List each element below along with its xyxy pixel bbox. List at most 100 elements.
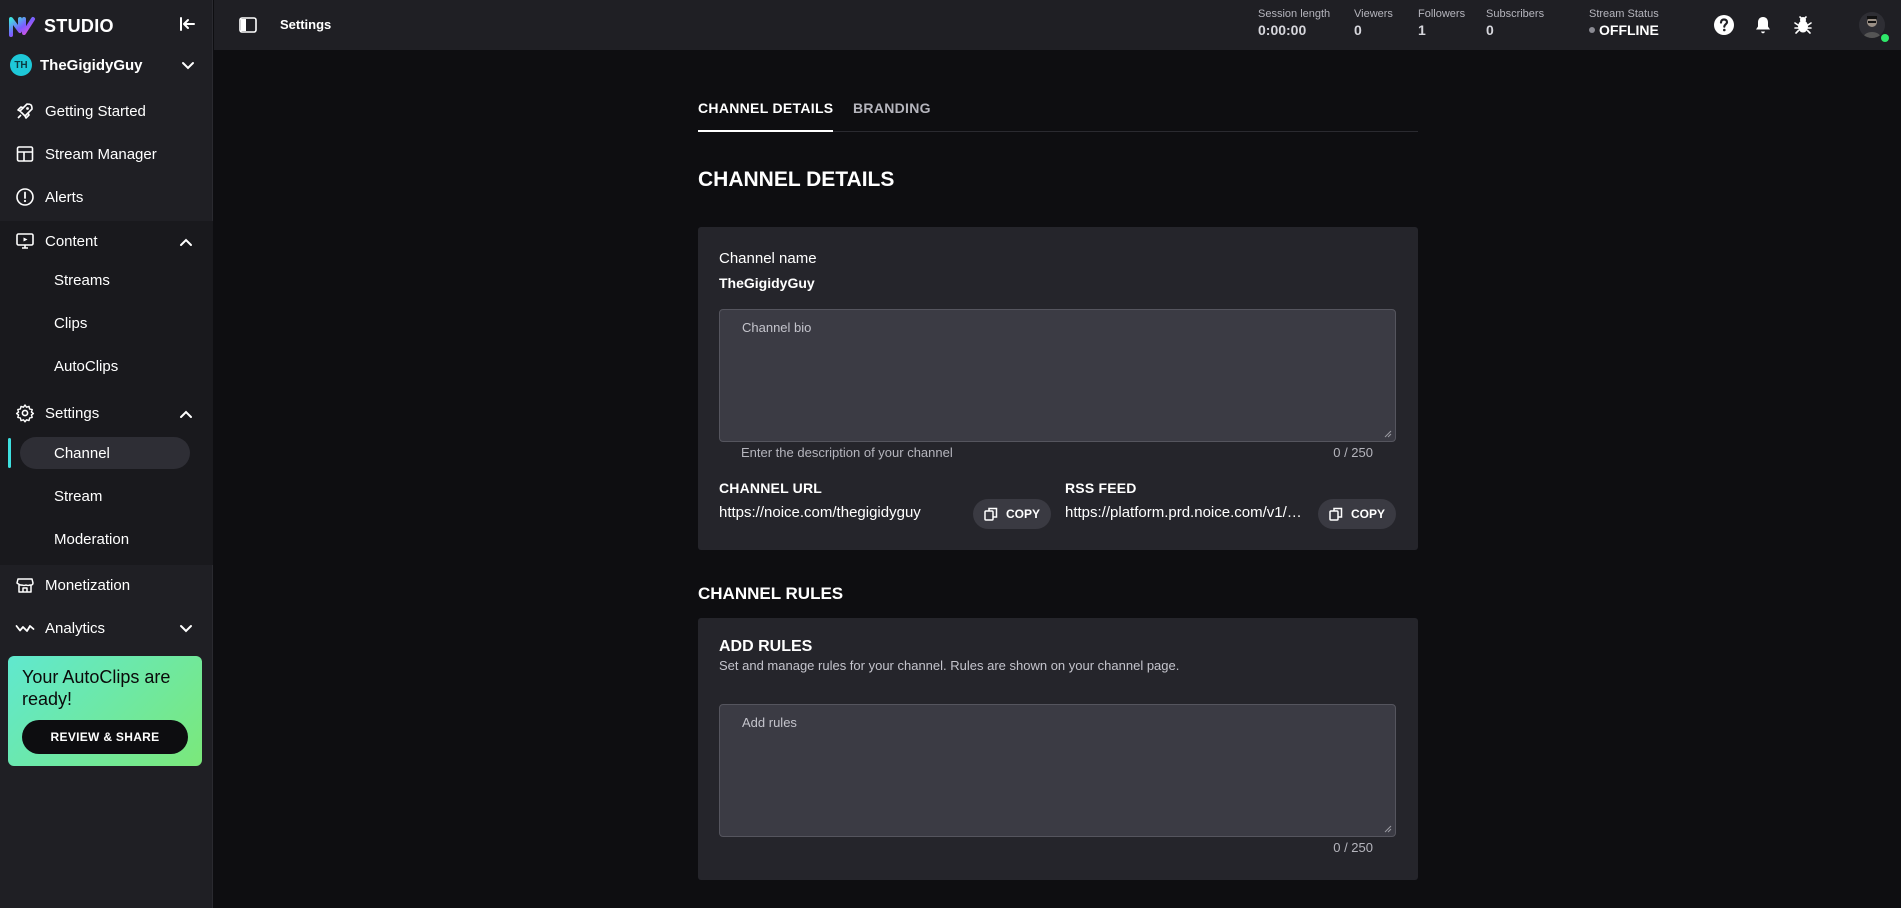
- chevron-down-icon: [182, 62, 194, 70]
- copy-label: COPY: [1005, 507, 1040, 521]
- offline-dot: [1589, 27, 1595, 33]
- bell-icon[interactable]: [1752, 14, 1774, 36]
- stat-value: 0: [1486, 22, 1494, 38]
- channel-url-value: https://noice.com/thegigidyguy: [719, 504, 921, 521]
- alert-circle-icon: [14, 186, 36, 208]
- channel-bio-helper: Enter the description of your channel: [741, 445, 953, 460]
- analytics-wave-icon: [14, 617, 36, 639]
- rocket-icon: [14, 100, 36, 122]
- panel-toggle-icon[interactable]: [238, 15, 258, 35]
- channel-bio-placeholder: Channel bio: [742, 320, 812, 335]
- sidebar-item-label: Getting Started: [45, 102, 146, 120]
- channel-avatar: TH: [10, 54, 32, 76]
- channel-rules-card: ADD RULES Set and manage rules for your …: [698, 618, 1418, 880]
- sidebar-subitem-stream[interactable]: Stream: [20, 480, 190, 512]
- sidebar-item-label: Alerts: [45, 188, 84, 206]
- sidebar-subitem-label: Streams: [54, 271, 110, 289]
- channel-rules-heading: CHANNEL RULES: [698, 584, 844, 603]
- sidebar-item-label: Stream Manager: [45, 145, 157, 163]
- copy-label: COPY: [1350, 507, 1385, 521]
- sidebar-item-label: Content: [45, 232, 98, 250]
- sidebar-subitem-channel[interactable]: Channel: [20, 437, 190, 469]
- sidebar-subitem-streams[interactable]: Streams: [20, 264, 190, 296]
- add-rules-counter: 0 / 250: [1333, 840, 1373, 855]
- copy-rss-feed-button[interactable]: COPY: [1318, 499, 1396, 529]
- stat-label: Session length: [1258, 8, 1331, 20]
- monitor-play-icon: [14, 230, 36, 252]
- sidebar-item-label: Analytics: [45, 619, 106, 637]
- stat-value: 1: [1418, 22, 1426, 38]
- rss-feed-value: https://platform.prd.noice.com/v1/channe…: [1065, 504, 1307, 521]
- sidebar-item-stream-manager[interactable]: Stream Manager: [0, 134, 213, 174]
- add-rules-title: ADD RULES: [719, 638, 813, 655]
- channel-bio-counter: 0 / 250: [1333, 445, 1373, 460]
- sidebar-subitem-clips[interactable]: Clips: [20, 307, 190, 339]
- stat-label: Stream Status: [1589, 8, 1659, 20]
- noice-logo-icon: [9, 17, 35, 37]
- sidebar-subitem-label: Stream: [54, 487, 103, 505]
- sidebar-item-label: Settings: [45, 404, 100, 422]
- sidebar-subitem-label: Clips: [54, 314, 88, 332]
- add-rules-placeholder: Add rules: [742, 715, 797, 730]
- sidebar: STUDIO TH TheGigidyGuy Getting Started S…: [0, 0, 213, 908]
- chevron-down-icon: [180, 625, 192, 633]
- sidebar-item-settings[interactable]: Settings: [0, 393, 213, 433]
- stat-value: 0:00:00: [1258, 22, 1307, 38]
- tab-channel-details[interactable]: CHANNEL DETAILS: [698, 100, 834, 132]
- layout-icon: [14, 143, 36, 165]
- sidebar-item-alerts[interactable]: Alerts: [0, 177, 213, 217]
- chevron-up-icon: [180, 238, 192, 246]
- stat-label: Viewers: [1354, 8, 1393, 20]
- sidebar-subitem-autoclips[interactable]: AutoClips: [20, 350, 190, 382]
- channel-name-label: Channel name: [719, 250, 817, 267]
- channel-name-value: TheGigidyGuy: [719, 275, 815, 291]
- gear-icon: [14, 402, 36, 424]
- stat-viewers: Viewers 0: [1354, 8, 1393, 38]
- sidebar-item-monetization[interactable]: Monetization: [0, 565, 213, 605]
- user-avatar[interactable]: [1859, 12, 1885, 38]
- help-icon[interactable]: [1713, 14, 1735, 36]
- channel-url-label: CHANNEL URL: [719, 480, 823, 496]
- active-indicator: [8, 438, 11, 468]
- tab-branding[interactable]: BRANDING: [853, 100, 931, 131]
- page-title: Settings: [280, 17, 332, 32]
- status-badge: OFFLINE: [1589, 22, 1659, 38]
- sidebar-subitem-label: Moderation: [54, 530, 130, 548]
- resize-grip-icon[interactable]: [1384, 825, 1392, 833]
- sidebar-subitem-label: AutoClips: [54, 357, 119, 375]
- add-rules-field[interactable]: Add rules: [719, 704, 1396, 837]
- chevron-up-icon: [180, 410, 192, 418]
- topbar: Settings Session length 0:00:00 Viewers …: [214, 0, 1901, 50]
- stat-label: Subscribers: [1486, 8, 1545, 20]
- review-share-button[interactable]: REVIEW & SHARE: [22, 720, 188, 754]
- resize-grip-icon[interactable]: [1384, 430, 1392, 438]
- sidebar-collapse-icon[interactable]: [178, 14, 198, 34]
- copy-icon: [1329, 507, 1343, 521]
- copy-channel-url-button[interactable]: COPY: [973, 499, 1051, 529]
- sidebar-subitem-moderation[interactable]: Moderation: [20, 523, 190, 555]
- sidebar-subitem-label: Channel: [54, 444, 110, 462]
- stream-status: Stream Status OFFLINE: [1589, 8, 1659, 38]
- bug-icon[interactable]: [1792, 14, 1814, 36]
- sidebar-item-analytics[interactable]: Analytics: [0, 608, 213, 648]
- sidebar-item-label: Monetization: [45, 576, 131, 594]
- settings-tabs: CHANNEL DETAILS BRANDING: [698, 100, 1418, 132]
- stat-followers: Followers 1: [1418, 8, 1465, 38]
- brand[interactable]: STUDIO: [8, 12, 114, 40]
- online-indicator: [1881, 34, 1889, 42]
- sidebar-item-getting-started[interactable]: Getting Started: [0, 91, 213, 131]
- autoclips-promo: Your AutoClips are ready! REVIEW & SHARE: [8, 656, 202, 766]
- sidebar-item-content[interactable]: Content: [0, 221, 213, 261]
- stat-label: Followers: [1418, 8, 1466, 20]
- channel-details-heading: CHANNEL DETAILS: [698, 168, 895, 191]
- channel-bio-field[interactable]: Channel bio: [719, 309, 1396, 442]
- status-value: OFFLINE: [1599, 22, 1659, 38]
- rss-feed-label: RSS FEED: [1065, 480, 1137, 496]
- brand-label: STUDIO: [44, 15, 114, 36]
- copy-icon: [984, 507, 998, 521]
- stat-value: 0: [1354, 22, 1362, 38]
- channel-switcher[interactable]: TH TheGigidyGuy: [10, 52, 202, 78]
- stat-subscribers: Subscribers 0: [1486, 8, 1544, 38]
- promo-text: Your AutoClips are ready!: [22, 667, 171, 709]
- channel-details-card: Channel name TheGigidyGuy Channel bio En…: [698, 227, 1418, 550]
